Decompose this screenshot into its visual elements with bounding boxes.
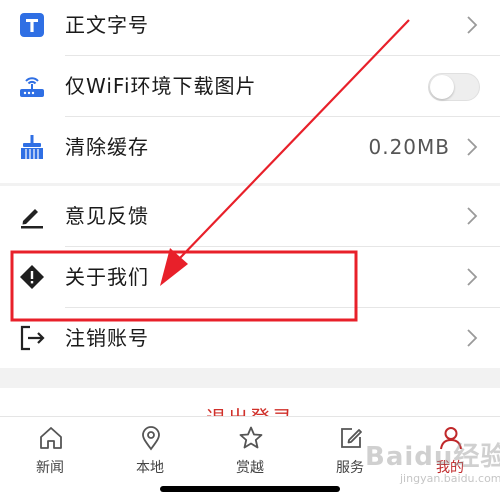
edit-square-icon bbox=[341, 428, 362, 448]
star-icon bbox=[239, 426, 263, 449]
settings-row-sign-out-account[interactable]: 注销账号 bbox=[0, 308, 500, 369]
location-pin-icon bbox=[142, 426, 160, 451]
home-icon bbox=[40, 427, 62, 449]
settings-row-label: 注销账号 bbox=[65, 326, 149, 350]
tab-label: 赏越 bbox=[236, 460, 264, 476]
home-indicator bbox=[160, 486, 340, 492]
chevron-right-icon bbox=[467, 138, 478, 156]
settings-row-label: 仅WiFi环境下载图片 bbox=[65, 74, 257, 98]
watermark-logo: Baidu经验 bbox=[365, 442, 500, 472]
toggle-knob bbox=[430, 75, 454, 99]
settings-group-account: 意见反馈 关于我们 注销账号 bbox=[0, 186, 500, 368]
exit-icon bbox=[20, 325, 45, 351]
logout-area: 退出登录 bbox=[0, 388, 500, 418]
pencil-icon bbox=[21, 209, 43, 229]
info-diamond-icon bbox=[20, 265, 44, 289]
settings-row-font-size[interactable]: 正文字号 bbox=[0, 0, 500, 56]
wifi-only-toggle[interactable] bbox=[428, 73, 480, 101]
chevron-right-icon bbox=[467, 268, 478, 286]
router-icon bbox=[20, 77, 44, 97]
cache-size-value: 0.20MB bbox=[368, 135, 450, 159]
tab-label: 新闻 bbox=[36, 460, 64, 476]
chevron-right-icon bbox=[467, 329, 478, 347]
settings-row-label: 关于我们 bbox=[65, 265, 149, 289]
settings-row-label: 清除缓存 bbox=[65, 135, 149, 159]
chevron-right-icon bbox=[467, 16, 478, 34]
tab-label: 本地 bbox=[136, 460, 164, 476]
settings-row-wifi-images: 仅WiFi环境下载图片 bbox=[0, 56, 500, 117]
watermark-url: jingyan.baidu.com bbox=[400, 472, 500, 485]
tab-news[interactable]: 新闻 bbox=[0, 417, 100, 500]
text-size-icon bbox=[20, 13, 44, 37]
settings-row-feedback[interactable]: 意见反馈 bbox=[0, 186, 500, 247]
settings-row-clear-cache[interactable]: 清除缓存 0.20MB bbox=[0, 117, 500, 178]
broom-icon bbox=[21, 135, 43, 159]
settings-row-about[interactable]: 关于我们 bbox=[0, 247, 500, 308]
settings-row-label: 正文字号 bbox=[65, 13, 149, 37]
settings-row-label: 意见反馈 bbox=[65, 204, 149, 228]
chevron-right-icon bbox=[467, 207, 478, 225]
settings-group-display: 正文字号 仅WiFi环境下载图片 清除缓存 0.20MB bbox=[0, 0, 500, 183]
